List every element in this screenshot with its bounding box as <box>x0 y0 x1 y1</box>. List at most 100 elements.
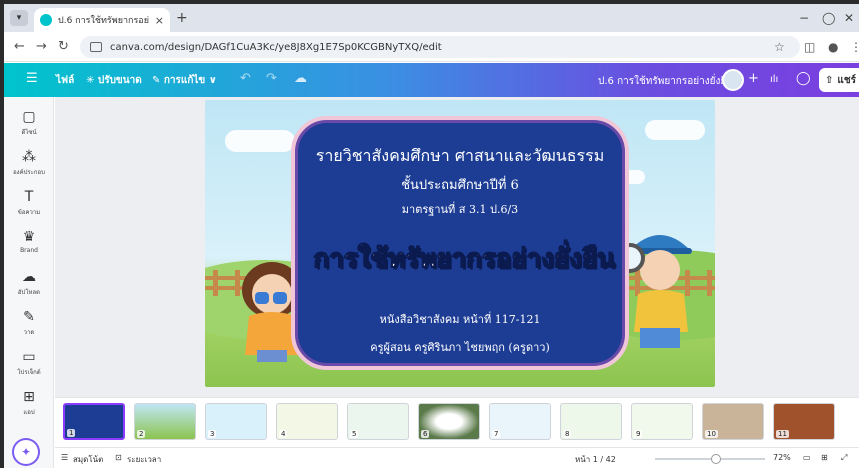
cloud-shape <box>645 120 705 140</box>
zoom-slider-handle[interactable] <box>710 454 721 464</box>
sidebar-item-label: ดีไซน์ <box>21 129 37 136</box>
page-thumbnail[interactable]: 1 <box>63 403 125 440</box>
comment-icon[interactable]: ◯ <box>796 71 811 86</box>
thumbnail-number: 10 <box>705 430 718 438</box>
page-thumbnail[interactable]: 3 <box>205 403 267 440</box>
share-label: แชร์ <box>837 74 856 86</box>
sidebar-item-elements[interactable]: ⁂ องค์ประกอบ <box>4 149 54 177</box>
sidebar-item-text[interactable]: T ข้อความ <box>4 189 54 217</box>
status-bar: ☰ สมุดโน้ต ⊡ ระยะเวลา หน้า 1 / 42 72% ▭ … <box>55 447 859 468</box>
grade-line: ชั้นประถมศึกษาปีที่ 6 <box>401 178 519 193</box>
draw-icon: ✎ <box>23 309 35 325</box>
apps-icon: ⊞ <box>23 389 35 405</box>
tab-search-button[interactable]: ▾ <box>10 10 28 26</box>
close-tab-icon[interactable]: × <box>155 14 164 27</box>
page-thumbnail[interactable]: 9 <box>631 403 693 440</box>
profile-icon[interactable]: ● <box>828 40 838 54</box>
back-arrow-icon[interactable]: ← <box>14 39 25 54</box>
sidebar-item-design[interactable]: ▢ ดีไซน์ <box>4 109 54 137</box>
slide-canvas[interactable]: รายวิชาสังคมศึกษา ศาสนาและวัฒนธรรม ชั้นป… <box>205 100 715 387</box>
page-indicator: หน้า 1 / 42 <box>575 455 616 464</box>
forward-arrow-icon[interactable]: → <box>36 39 47 54</box>
sidebar-item-projects[interactable]: ▭ โปรเจ็กต์ <box>4 349 54 377</box>
browser-menu-icon[interactable]: ⋮ <box>850 40 859 54</box>
design-icon: ▢ <box>22 109 36 125</box>
thumbnail-number: 6 <box>421 430 430 438</box>
tab-strip: ▾ ป.6 การใช้ทรัพยากรอย่างยั่งยืน - การ ×… <box>4 4 859 32</box>
upload-icon: ☁ <box>22 269 36 285</box>
timer-icon[interactable]: ⊡ <box>115 453 122 462</box>
minimize-button[interactable]: − <box>799 11 809 25</box>
page-thumbnail[interactable]: 8 <box>560 403 622 440</box>
sidebar-item-label: โปรเจ็กต์ <box>17 369 41 376</box>
page-thumbnails: 1 2 3 4 5 6 7 8 9 10 11 <box>55 397 859 447</box>
elements-icon: ⁂ <box>22 149 36 165</box>
sidebar-item-uploads[interactable]: ☁ อัปโหลด <box>4 269 54 297</box>
bookmark-star-icon[interactable]: ☆ <box>774 40 785 54</box>
sidebar-item-label: Brand <box>20 247 38 254</box>
thumbnail-number: 2 <box>137 430 146 438</box>
upload-share-icon: ⇧ <box>825 74 834 86</box>
sidebar-item-apps[interactable]: ⊞ แอป <box>4 389 54 417</box>
insights-icon[interactable]: ılı <box>770 74 778 85</box>
page-thumbnail[interactable]: 11 <box>773 403 835 440</box>
address-bar[interactable]: canva.com/design/DAGf1CuA3Kc/ye8J8Xg1E7S… <box>80 36 800 58</box>
page-thumbnail[interactable]: 5 <box>347 403 409 440</box>
restore-button[interactable]: ◯ <box>822 11 835 25</box>
notes-button[interactable]: สมุดโน้ต <box>73 453 103 466</box>
sidebar-item-label: ข้อความ <box>17 209 41 216</box>
thumbnail-number: 1 <box>67 429 76 437</box>
user-avatar[interactable] <box>722 69 744 91</box>
url-text: canva.com/design/DAGf1CuA3Kc/ye8J8Xg1E7S… <box>110 41 442 53</box>
editing-mode-button[interactable]: ✎ การแก้ไข ∨ <box>152 73 217 88</box>
add-collaborator-icon[interactable]: + <box>748 71 759 86</box>
grid-view-icon[interactable]: ⊞ <box>821 453 828 462</box>
slide-main-title: การใช้ทรัพยากรอย่างยั่งยืน <box>313 243 616 274</box>
magic-assistant-button[interactable]: ✦ <box>14 440 38 464</box>
text-icon: T <box>24 189 34 205</box>
menu-icon[interactable]: ☰ <box>26 71 38 86</box>
site-info-icon[interactable] <box>90 42 102 52</box>
resize-button[interactable]: ✳ ปรับขนาด <box>86 73 142 88</box>
pages-view-icon[interactable]: ▭ <box>803 453 811 462</box>
redo-icon[interactable]: ↷ <box>266 71 277 86</box>
left-sidebar: ▢ ดีไซน์ ⁂ องค์ประกอบ T ข้อความ ♛ Brand … <box>4 97 54 468</box>
brand-icon: ♛ <box>22 229 36 245</box>
address-row: ← → ↻ canva.com/design/DAGf1CuA3Kc/ye8J8… <box>4 32 859 62</box>
cloud-save-icon[interactable]: ☁ <box>294 71 307 86</box>
sidebar-item-label: วาด <box>23 329 35 336</box>
sidebar-item-label: อัปโหลด <box>17 289 41 296</box>
title-board[interactable]: รายวิชาสังคมศึกษา ศาสนาและวัฒนธรรม ชั้นป… <box>291 116 629 370</box>
page-thumbnail[interactable]: 10 <box>702 403 764 440</box>
page-thumbnail[interactable]: 4 <box>276 403 338 440</box>
sidebar-item-brand[interactable]: ♛ Brand <box>4 229 54 254</box>
close-window-button[interactable]: ✕ <box>844 11 854 25</box>
sidebar-item-label: แอป <box>23 409 35 416</box>
reload-icon[interactable]: ↻ <box>58 39 69 54</box>
browser-tab[interactable]: ป.6 การใช้ทรัพยากรอย่างยั่งยืน - การ × <box>34 8 170 32</box>
zoom-percentage[interactable]: 72% <box>773 453 791 462</box>
notes-icon[interactable]: ☰ <box>61 453 68 462</box>
teacher-line: ครูผู้สอน ครูศิรินภา ไชยพฤก (ครูดาว) <box>370 341 550 354</box>
textbook-line: หนังสือวิชาสังคม หน้าที่ 117-121 <box>379 313 541 326</box>
undo-icon[interactable]: ↶ <box>240 71 251 86</box>
timer-button[interactable]: ระยะเวลา <box>127 453 161 466</box>
page-thumbnail[interactable]: 2 <box>134 403 196 440</box>
sidebar-item-draw[interactable]: ✎ วาด <box>4 309 54 337</box>
thumbnail-number: 9 <box>634 430 643 438</box>
extensions-icon[interactable]: ◫ <box>804 40 815 54</box>
thumbnail-number: 11 <box>776 430 789 438</box>
document-title[interactable]: ป.6 การใช้ทรัพยากรอย่างยั่งยืน <box>598 74 733 89</box>
page-thumbnail[interactable]: 6 <box>418 403 480 440</box>
new-tab-button[interactable]: + <box>176 10 188 26</box>
thumbnail-number: 7 <box>492 430 501 438</box>
thumbnail-number: 4 <box>279 430 288 438</box>
thumbnail-number: 8 <box>563 430 572 438</box>
sidebar-item-label: องค์ประกอบ <box>13 169 45 176</box>
page-thumbnail[interactable]: 7 <box>489 403 551 440</box>
fullscreen-icon[interactable]: ⤢ <box>841 453 847 463</box>
share-button[interactable]: ⇧ แชร์ <box>819 68 859 92</box>
thumbnail-number: 5 <box>350 430 359 438</box>
zoom-slider[interactable] <box>655 454 765 464</box>
file-menu[interactable]: ไฟล์ <box>56 73 74 88</box>
